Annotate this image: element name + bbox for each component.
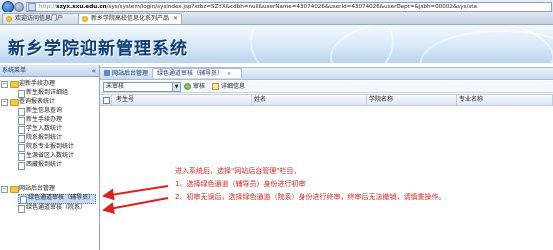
arrow-to-counselor — [102, 185, 169, 201]
annotation-line-3: 2、初审无误后，选择绿色通道（院系）身份进行终审，终审后无法撤销，请慎重操作。 — [175, 193, 446, 201]
annotation-line-1: 进入系统后，选择"网站后台管理"栏目， — [175, 167, 301, 175]
annotation-line-2: 1、选择绿色通道（辅导员）身份进行初审 — [175, 180, 306, 188]
annotation-arrows — [102, 185, 169, 215]
arrow-to-dept — [102, 197, 169, 215]
